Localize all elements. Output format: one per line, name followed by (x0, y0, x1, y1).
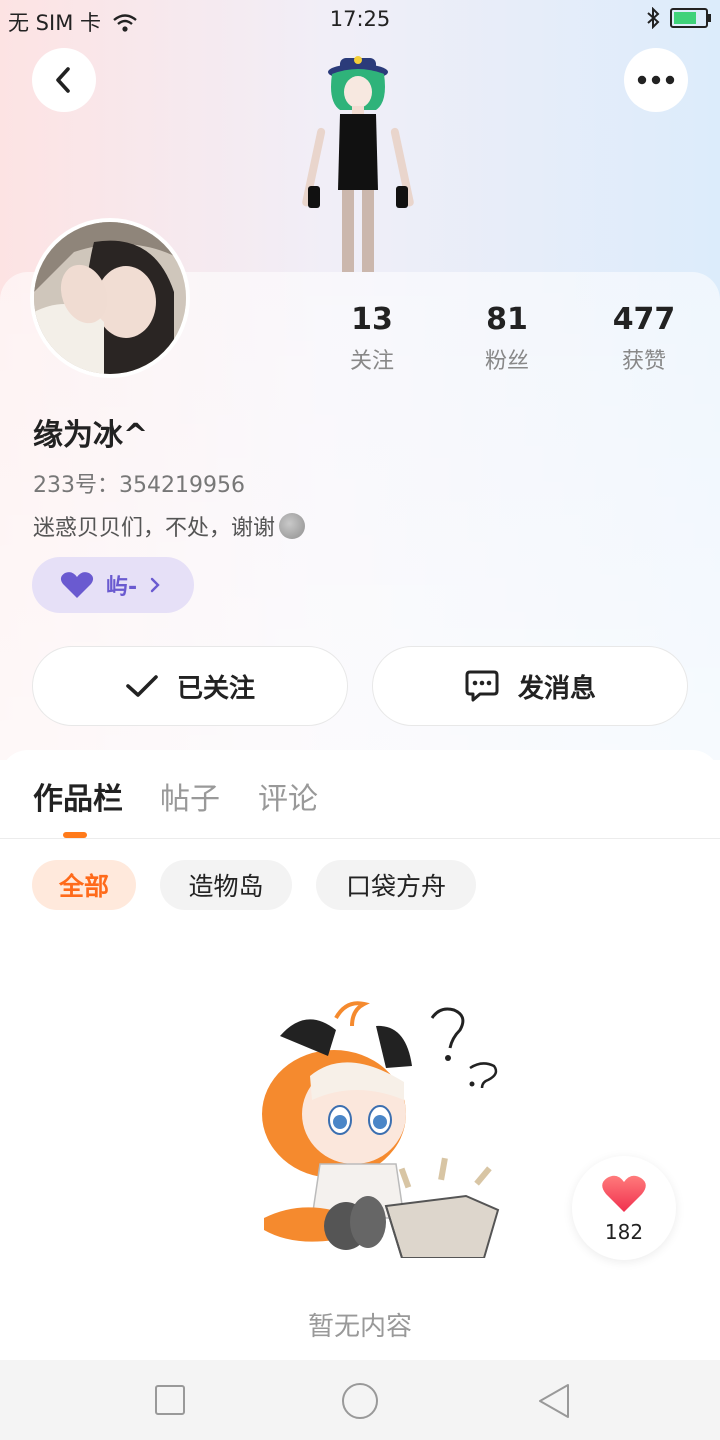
send-message-button[interactable]: 发消息 (372, 646, 688, 726)
empty-state-illustration (262, 1001, 500, 1258)
relationship-tag[interactable]: 屿- (32, 557, 194, 613)
status-bar: 无 SIM 卡 17:25 (0, 0, 720, 38)
status-time: 17:25 (329, 7, 391, 31)
stat-followers-label: 粉丝 (484, 349, 529, 374)
empty-state-text: 暂无内容 (307, 1312, 412, 1342)
back-button[interactable] (32, 48, 96, 112)
like-button[interactable]: 182 (572, 1156, 676, 1260)
avatar-character-figure[interactable] (298, 40, 418, 272)
stat-following-value: 13 (351, 302, 393, 337)
profile-bio-text: 迷惑贝贝们，不处，谢谢 (33, 516, 276, 541)
tab-posts[interactable]: 帖子 (160, 774, 220, 818)
tab-divider (0, 838, 720, 839)
avatar-photo (34, 222, 186, 374)
more-dots-icon (637, 75, 675, 85)
status-right (646, 7, 711, 29)
profile-bio: 迷惑贝贝们，不处，谢谢 (33, 510, 306, 542)
chat-bubble-icon (465, 670, 499, 702)
more-options-button[interactable] (624, 48, 688, 112)
tab-works[interactable]: 作品栏 (33, 774, 123, 818)
profile-uid: 233号：354219956 (33, 473, 245, 498)
chevron-left-icon (56, 67, 70, 93)
relationship-tag-label: 屿- (106, 575, 138, 600)
like-count: 182 (604, 1220, 644, 1244)
heart-filled-icon (602, 1175, 646, 1212)
avatar-portrait (34, 222, 186, 374)
profile-name: 缘为冰^ (33, 418, 149, 453)
filter-all[interactable]: 全部 (32, 860, 136, 910)
battery-icon (670, 8, 711, 28)
home-icon[interactable] (341, 1382, 379, 1420)
stat-followers[interactable]: 81 粉丝 (452, 302, 562, 375)
back-nav-icon[interactable] (536, 1382, 572, 1420)
filter-pocket-ark[interactable]: 口袋方舟 (316, 860, 476, 910)
send-message-label: 发消息 (517, 673, 596, 704)
chevron-right-icon (150, 577, 160, 593)
bluetooth-icon (647, 7, 660, 29)
stat-likes[interactable]: 477 获赞 (589, 302, 699, 375)
checkmark-icon (126, 675, 158, 697)
avatar[interactable] (30, 218, 190, 378)
system-nav-bar (0, 1360, 720, 1440)
recent-apps-icon[interactable] (154, 1384, 186, 1416)
stat-following[interactable]: 13 关注 (317, 302, 427, 375)
filter-creation-island[interactable]: 造物岛 (160, 860, 292, 910)
stat-likes-value: 477 (612, 302, 676, 337)
tab-comments[interactable]: 评论 (258, 774, 318, 818)
stat-following-label: 关注 (349, 349, 394, 374)
followed-button-label: 已关注 (176, 673, 255, 704)
stat-followers-value: 81 (486, 302, 528, 337)
followed-button[interactable]: 已关注 (32, 646, 348, 726)
stat-likes-label: 获赞 (621, 349, 666, 374)
moon-emoji-icon (279, 513, 306, 539)
heart-icon (60, 572, 94, 598)
